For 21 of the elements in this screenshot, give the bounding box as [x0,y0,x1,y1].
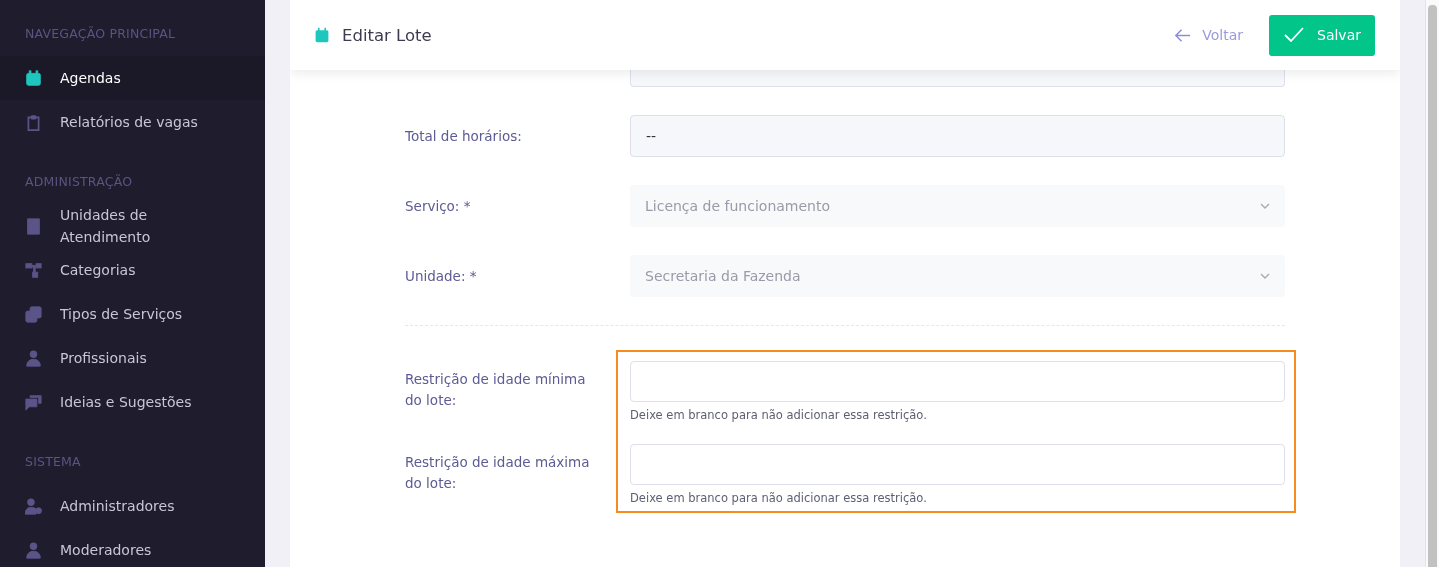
nav-item[interactable]: Moderadores [0,528,265,567]
field-label: Restrição de idade máxima do lote: [405,453,591,493]
input-field[interactable]: -- [630,115,1285,157]
page-title: Editar Lote [342,25,432,45]
nav-item[interactable]: Unidades de Atendimento [0,204,265,248]
field-hint: Deixe em branco para não adicionar essa restrição. [630,408,928,424]
nav-item[interactable]: Agendas [0,56,265,100]
field-label: Restrição de idade mínima do lote: [405,370,587,410]
section-title: NAVEGAÇÃO PRINCIPAL [24,25,177,43]
nav-item[interactable]: Relatórios de vagas [0,100,265,144]
nav-item[interactable]: Administradores [0,484,265,528]
nav-item[interactable]: Tipos de Serviços [0,292,265,336]
nav-item[interactable]: Profissionais [0,336,265,380]
section-title: ADMINISTRAÇÃO [24,173,134,191]
nav-item[interactable]: Categorias [0,248,265,292]
field-label: Serviço: * [405,198,472,214]
field-label: Total de horários: [405,128,523,144]
section-title: SISTEMA [24,453,82,471]
nav-item[interactable]: Ideias e Sugestões [0,380,265,424]
field-hint: Deixe em branco para não adicionar essa restrição. [630,491,928,507]
field-label: Unidade: * [405,268,478,284]
